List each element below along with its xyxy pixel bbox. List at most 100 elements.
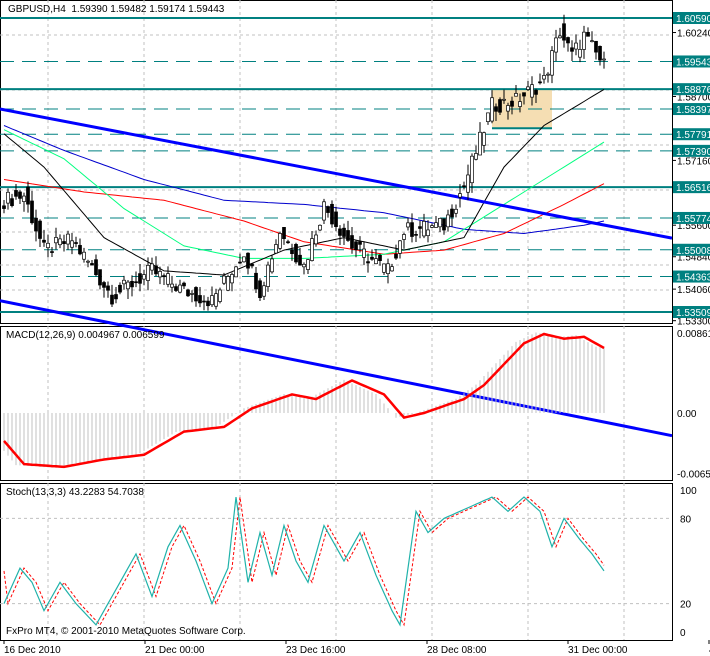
level-price-label: 1.56516 (676, 183, 710, 194)
candle-body (458, 193, 462, 198)
candle-body (302, 263, 306, 268)
candle-body (10, 198, 14, 206)
candle-body (90, 263, 94, 266)
candle-body (18, 191, 22, 199)
candle (206, 296, 210, 311)
candle-body (582, 31, 586, 50)
candle-body (322, 201, 326, 221)
candle-body (454, 208, 458, 214)
candle-body (202, 300, 206, 303)
candle (242, 256, 246, 263)
candle-body (398, 240, 402, 254)
candle (310, 230, 314, 262)
candle-body (450, 208, 454, 218)
candle (590, 31, 594, 43)
candle-body (586, 32, 590, 37)
candle (174, 283, 178, 293)
candle-body (102, 282, 106, 288)
candle (366, 253, 370, 273)
candle-body (442, 218, 446, 231)
candle (562, 14, 566, 48)
candle (194, 286, 198, 307)
candle (98, 269, 102, 290)
candle (550, 46, 554, 84)
candle-body (590, 40, 594, 43)
candle (182, 281, 186, 290)
symbol-label: GBPUSD,H4 (8, 4, 66, 15)
mt4-chart-window[interactable]: 1.60240 1.58700 1.57160 1.55600 1.54840 1.540… (0, 0, 710, 656)
candle-body (394, 253, 398, 259)
high-value: 1.59482 (110, 4, 147, 15)
candle-body (250, 263, 254, 267)
candle (326, 205, 330, 218)
candle-body (270, 258, 274, 273)
candle-body (406, 222, 410, 228)
candle-body (594, 40, 598, 53)
candle-body (170, 283, 174, 288)
candle (302, 262, 306, 275)
candle (318, 224, 322, 231)
candle-body (22, 195, 26, 202)
candle-body (46, 242, 50, 249)
open-value: 1.59390 (71, 4, 108, 15)
candle-body (342, 227, 346, 237)
candle (226, 274, 230, 292)
candle-body (418, 226, 422, 229)
level-price-label: 1.53509 (676, 308, 710, 319)
candle-body (494, 106, 498, 112)
candle-body (542, 75, 546, 80)
candle (602, 51, 606, 69)
candle (214, 288, 218, 310)
candle (542, 66, 546, 84)
candle-body (82, 251, 86, 260)
candle-body (210, 295, 214, 306)
candle-body (446, 214, 450, 228)
candle (90, 260, 94, 266)
candle-body (30, 200, 34, 224)
candle-body (370, 256, 374, 260)
candle (110, 284, 114, 308)
candle (298, 248, 302, 266)
ma-red-line (3, 179, 605, 255)
candle (94, 254, 98, 277)
candle-body (326, 206, 330, 213)
candle (70, 232, 74, 255)
level-price-label: 1.58397 (676, 105, 710, 116)
candle (386, 258, 390, 284)
candle (406, 217, 410, 231)
candle-body (486, 112, 490, 122)
candle (74, 236, 78, 248)
candle-body (14, 190, 18, 197)
candle (262, 281, 266, 301)
candle (62, 234, 66, 252)
candle-body (166, 273, 170, 285)
candle-body (54, 237, 58, 244)
candle-body (142, 274, 146, 280)
candle (266, 261, 270, 292)
candle (234, 266, 238, 278)
candle-body (242, 256, 246, 263)
candle-body (158, 271, 162, 278)
candle (402, 232, 406, 249)
candle-body (566, 37, 570, 44)
candle (66, 230, 70, 250)
candle-body (234, 266, 238, 278)
candle (306, 259, 310, 275)
candle-body (350, 235, 354, 249)
candle-body (434, 222, 438, 228)
candle-body (306, 259, 310, 270)
candle (254, 267, 258, 293)
candle-body (34, 217, 38, 232)
candle-body (354, 241, 358, 250)
candle-body (206, 300, 210, 307)
candle (498, 97, 502, 116)
candle-body (526, 86, 530, 90)
candle (122, 275, 126, 290)
macd-tick-label: 0.00 (677, 409, 697, 420)
candle (330, 200, 334, 228)
candle-body (570, 47, 574, 52)
chart-canvas[interactable]: 1.602401.587001.571601.556001.548401.540… (0, 0, 710, 656)
candle (374, 248, 378, 265)
candle-body (150, 263, 154, 271)
candle-body (334, 211, 338, 227)
